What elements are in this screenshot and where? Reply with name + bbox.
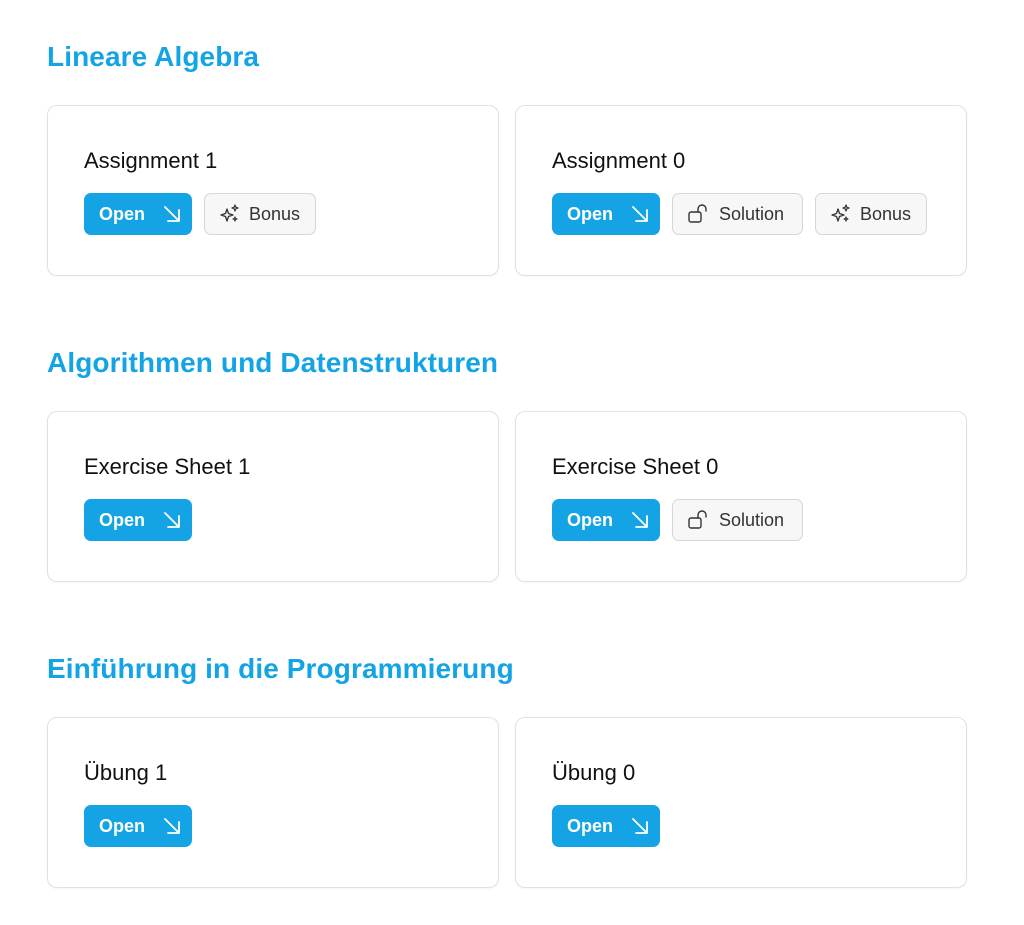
- button-row: Open Bonus: [84, 193, 462, 235]
- unlock-icon: [687, 509, 711, 531]
- section-title: Algorithmen und Datenstrukturen: [47, 347, 499, 378]
- card-title: Exercise Sheet 0: [552, 454, 719, 479]
- button-row: Open: [552, 805, 930, 847]
- solution-button-label: Solution: [719, 203, 785, 224]
- sparkles-icon: [219, 203, 241, 225]
- bonus-button-label: Bonus: [249, 203, 301, 224]
- section-title: Lineare Algebra: [47, 41, 260, 72]
- solution-button-label: Solution: [719, 509, 785, 530]
- card-title: Übung 1: [84, 760, 168, 785]
- card-title: Assignment 0: [552, 148, 686, 173]
- arrow-down-right-icon: [163, 817, 181, 835]
- open-button-label: Open: [99, 509, 146, 530]
- section-title: Einführung in die Programmierung: [47, 653, 514, 684]
- cards-row: Exercise Sheet 1 Open Exercise Sheet 0 O…: [47, 411, 967, 582]
- button-row: Open: [84, 499, 462, 541]
- open-button[interactable]: Open: [84, 499, 192, 541]
- assignment-card: Exercise Sheet 1 Open: [47, 411, 499, 582]
- cards-row: Übung 1 Open Übung 0 Open: [47, 717, 967, 888]
- solution-button[interactable]: Solution: [672, 193, 803, 235]
- button-row: Open Solution: [552, 499, 930, 541]
- bonus-button-label: Bonus: [860, 203, 912, 224]
- open-button[interactable]: Open: [552, 193, 660, 235]
- open-button-label: Open: [99, 815, 146, 836]
- arrow-down-right-icon: [163, 511, 181, 529]
- open-button-label: Open: [567, 815, 614, 836]
- page: Lineare Algebra Assignment 1 Open Bonus …: [0, 0, 1024, 925]
- open-button[interactable]: Open: [84, 193, 192, 235]
- card-title: Übung 0: [552, 760, 636, 785]
- sparkles-icon: [830, 203, 852, 225]
- bonus-button[interactable]: Bonus: [204, 193, 316, 235]
- assignment-card: Exercise Sheet 0 Open Solution: [515, 411, 967, 582]
- assignment-card: Übung 0 Open: [515, 717, 967, 888]
- assignment-card: Übung 1 Open: [47, 717, 499, 888]
- card-title: Assignment 1: [84, 148, 218, 173]
- arrow-down-right-icon: [163, 205, 181, 223]
- arrow-down-right-icon: [631, 511, 649, 529]
- open-button[interactable]: Open: [84, 805, 192, 847]
- open-button-label: Open: [567, 203, 614, 224]
- cards-row: Assignment 1 Open Bonus Assignment 0 Ope…: [47, 105, 967, 276]
- course-section: Algorithmen und Datenstrukturen Exercise…: [47, 346, 967, 582]
- course-section: Einführung in die Programmierung Übung 1…: [47, 652, 967, 888]
- card-title: Exercise Sheet 1: [84, 454, 251, 479]
- assignment-card: Assignment 1 Open Bonus: [47, 105, 499, 276]
- open-button-label: Open: [99, 203, 146, 224]
- course-section: Lineare Algebra Assignment 1 Open Bonus …: [47, 40, 967, 276]
- solution-button[interactable]: Solution: [672, 499, 803, 541]
- arrow-down-right-icon: [631, 817, 649, 835]
- bonus-button[interactable]: Bonus: [815, 193, 927, 235]
- unlock-icon: [687, 203, 711, 225]
- open-button[interactable]: Open: [552, 499, 660, 541]
- button-row: Open: [84, 805, 462, 847]
- open-button-label: Open: [567, 509, 614, 530]
- arrow-down-right-icon: [631, 205, 649, 223]
- button-row: Open Solution: [552, 193, 930, 235]
- open-button[interactable]: Open: [552, 805, 660, 847]
- assignment-card: Assignment 0 Open Solution Bonus: [515, 105, 967, 276]
